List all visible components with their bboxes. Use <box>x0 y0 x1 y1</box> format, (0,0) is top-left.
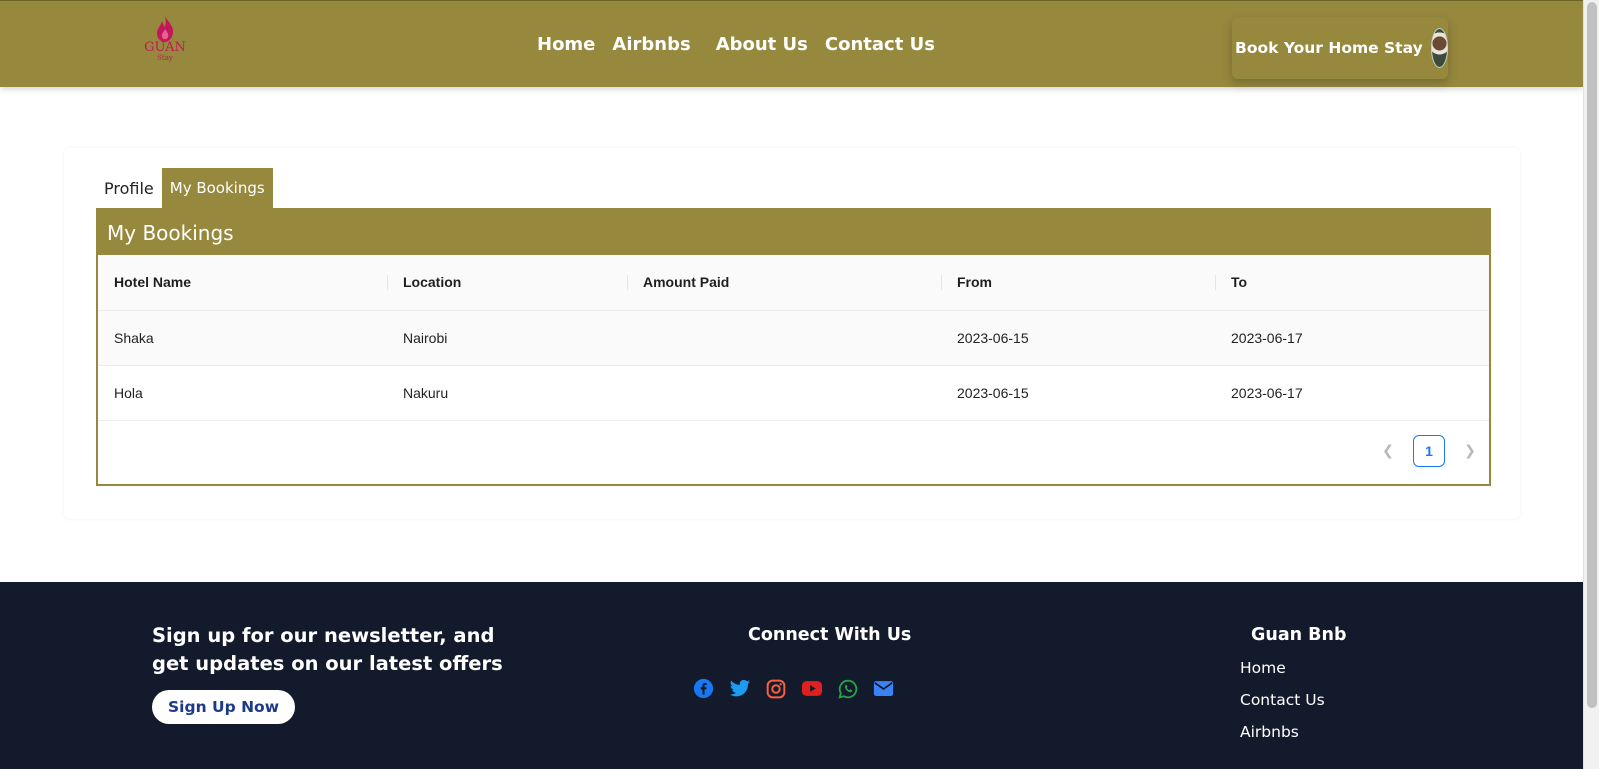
cell-amount <box>627 310 941 366</box>
page-scrollbar[interactable] <box>1583 0 1599 769</box>
sign-up-button[interactable]: Sign Up Now <box>152 690 296 724</box>
cell-hotel: Hola <box>98 365 387 421</box>
cell-hotel: Shaka <box>98 310 387 366</box>
book-home-stay-label: Book Your Home Stay <box>1235 39 1423 57</box>
whatsapp-icon[interactable] <box>836 677 859 700</box>
facebook-icon[interactable] <box>692 677 715 700</box>
cell-from: 2023-06-15 <box>941 365 1215 421</box>
column-location: Location <box>387 255 627 311</box>
bookings-title: My Bookings <box>98 210 1489 255</box>
chevron-right-icon[interactable]: ❯ <box>1463 443 1477 459</box>
column-from: From <box>941 255 1215 311</box>
book-home-stay-button[interactable]: Book Your Home Stay <box>1232 17 1448 79</box>
column-hotel-name: Hotel Name <box>98 255 387 311</box>
nav-about-us[interactable]: About Us <box>716 34 808 55</box>
logo-subtext: Stay <box>157 54 173 62</box>
account-tabs: Profile My Bookings <box>96 168 273 208</box>
flame-icon <box>157 16 174 42</box>
tab-my-bookings[interactable]: My Bookings <box>161 168 273 208</box>
logo-text: GUAN <box>144 40 186 55</box>
youtube-icon[interactable] <box>800 677 823 700</box>
social-links <box>692 677 895 700</box>
column-amount-paid: Amount Paid <box>627 255 941 311</box>
footer-link-contact-us[interactable]: Contact Us <box>1240 690 1325 722</box>
cell-amount <box>627 365 941 421</box>
nav-airbnbs[interactable]: Airbnbs <box>612 34 690 55</box>
avatar[interactable] <box>1430 28 1448 68</box>
table-row[interactable]: Shaka Nairobi 2023-06-15 2023-06-17 <box>98 310 1489 366</box>
table-row[interactable]: Hola Nakuru 2023-06-15 2023-06-17 <box>98 365 1489 421</box>
newsletter-text: Sign up for our newsletter, and get upda… <box>152 624 503 675</box>
table-header-row: Hotel Name Location Amount Paid From To <box>98 255 1489 311</box>
column-to: To <box>1215 255 1489 311</box>
scrollbar-thumb[interactable] <box>1587 2 1597 708</box>
cell-location: Nakuru <box>387 365 627 421</box>
site-footer: Sign up for our newsletter, and get upda… <box>0 582 1583 769</box>
site-header: GUAN Stay Home Airbnbs About Us Contact … <box>0 0 1583 87</box>
footer-link-home[interactable]: Home <box>1240 658 1325 690</box>
cell-from: 2023-06-15 <box>941 310 1215 366</box>
email-icon[interactable] <box>872 677 895 700</box>
cell-location: Nairobi <box>387 310 627 366</box>
main-nav: Home Airbnbs About Us Contact Us <box>537 34 935 55</box>
nav-contact-us[interactable]: Contact Us <box>825 34 935 55</box>
brand-logo[interactable]: GUAN Stay <box>143 15 187 73</box>
tab-profile[interactable]: Profile <box>96 168 162 208</box>
footer-brand-title: Guan Bnb <box>1251 625 1347 645</box>
pagination: ❮ 1 ❯ <box>1381 435 1477 467</box>
footer-link-airbnbs[interactable]: Airbnbs <box>1240 722 1325 754</box>
chevron-left-icon[interactable]: ❮ <box>1381 443 1395 459</box>
twitter-icon[interactable] <box>728 677 751 700</box>
bookings-panel: My Bookings Hotel Name Location Amount P… <box>96 208 1491 486</box>
footer-links: Home Contact Us Airbnbs <box>1240 658 1325 754</box>
instagram-icon[interactable] <box>764 677 787 700</box>
cell-to: 2023-06-17 <box>1215 310 1489 366</box>
cell-to: 2023-06-17 <box>1215 365 1489 421</box>
connect-title: Connect With Us <box>748 625 912 645</box>
bookings-table: Hotel Name Location Amount Paid From To … <box>98 255 1489 421</box>
nav-home[interactable]: Home <box>537 34 595 55</box>
page-button-1[interactable]: 1 <box>1413 435 1445 467</box>
